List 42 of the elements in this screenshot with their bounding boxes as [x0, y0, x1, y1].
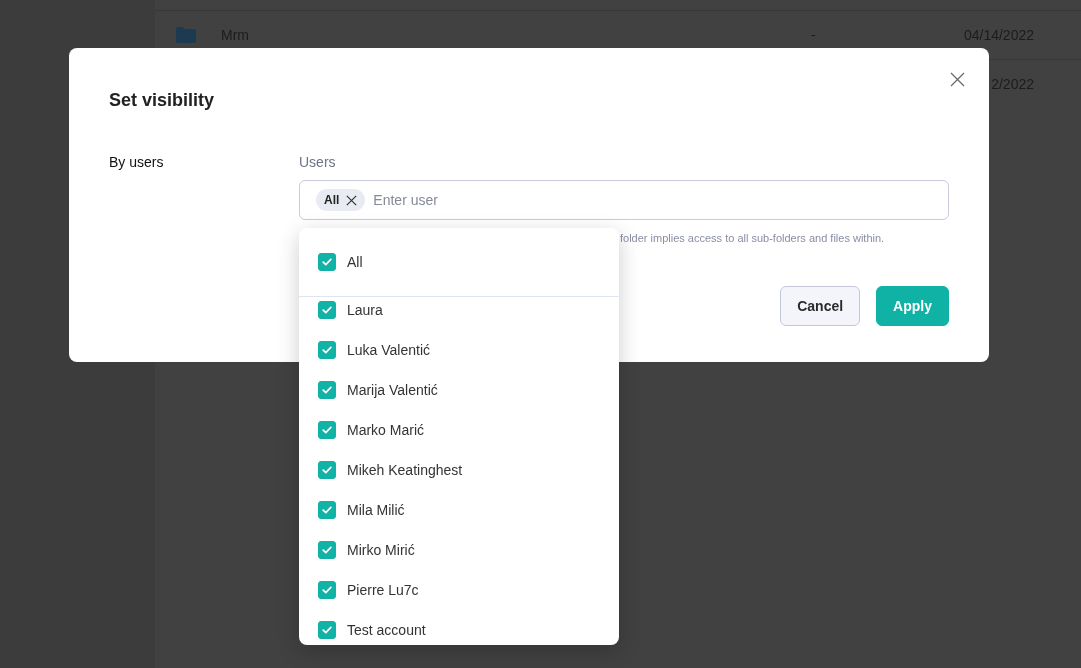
checkbox[interactable] [318, 301, 336, 319]
field-label: Users [299, 153, 336, 171]
checkbox[interactable] [318, 381, 336, 399]
user-field[interactable]: All Enter user [299, 180, 949, 220]
check-icon [321, 624, 333, 636]
option-label[interactable]: Marija Valentić [347, 381, 438, 399]
check-icon [321, 304, 333, 316]
option-label[interactable]: Mirko Mirić [347, 541, 415, 559]
option-label[interactable]: Mila Milić [347, 501, 405, 519]
checkbox[interactable] [318, 253, 336, 271]
option-label[interactable]: All [347, 253, 363, 271]
option-label[interactable]: Marko Marić [347, 421, 424, 439]
check-icon [321, 424, 333, 436]
checkbox[interactable] [318, 461, 336, 479]
option-label[interactable]: Test account [347, 621, 426, 639]
dialog-title: Set visibility [109, 89, 215, 112]
hint-text: folder implies access to all sub-folders and files within. [620, 231, 885, 246]
cancel-button[interactable]: Cancel [780, 286, 861, 326]
checkbox[interactable] [318, 621, 336, 639]
check-icon [321, 256, 333, 268]
check-icon [321, 344, 333, 356]
close-icon[interactable] [950, 72, 965, 87]
section-label: By users [109, 153, 164, 171]
chip-label: All [324, 193, 340, 207]
checkbox[interactable] [318, 341, 336, 359]
check-icon [321, 384, 333, 396]
checkbox[interactable] [318, 421, 336, 439]
checkbox[interactable] [318, 541, 336, 559]
folder-icon [176, 27, 196, 43]
option-label[interactable]: Laura [347, 301, 383, 319]
table-cell: - [811, 27, 816, 43]
check-icon [321, 464, 333, 476]
option-label[interactable]: Mikeh Keatinghest [347, 461, 463, 479]
check-icon [321, 504, 333, 516]
check-icon [321, 544, 333, 556]
option-label[interactable]: Luka Valentić [347, 341, 430, 359]
checkbox[interactable] [318, 501, 336, 519]
remove-icon[interactable] [346, 194, 358, 206]
check-icon [321, 584, 333, 596]
user-search-input[interactable]: Enter user [373, 192, 932, 208]
checkbox[interactable] [318, 581, 336, 599]
option-label[interactable]: Pierre Lu7c [347, 581, 419, 599]
